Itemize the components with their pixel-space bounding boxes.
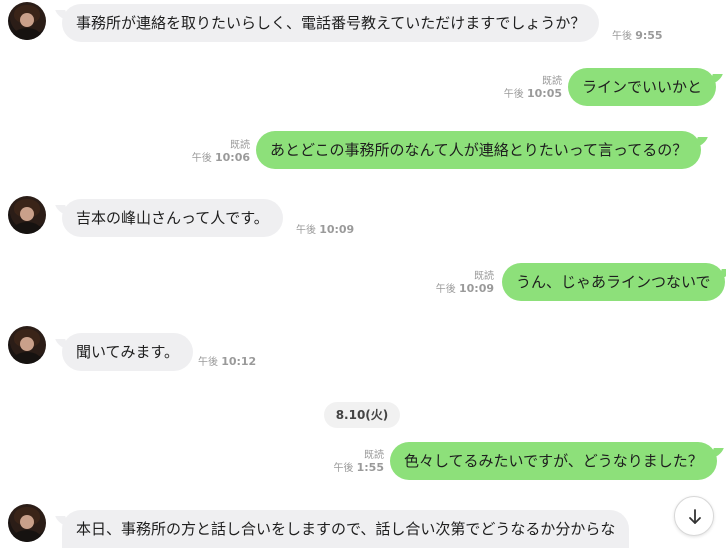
avatar[interactable] <box>8 326 46 364</box>
message-bubble-incoming[interactable]: 吉本の峰山さんって人です。 <box>62 199 283 237</box>
message-bubble-incoming[interactable]: 本日、事務所の方と話し合いをしますので、話し合い次第でどうなるか分からな <box>62 510 630 548</box>
chat-view[interactable]: 事務所が連絡を取りたいらしく、電話番号教えていただけますでしょうか？ 午後 9:… <box>0 0 726 548</box>
message-meta: 既読 午後 10:09 <box>430 271 494 296</box>
message-meta: 既読 午後 10:05 <box>498 76 562 101</box>
message-bubble-outgoing[interactable]: 色々してるみたいですが、どうなりました？ <box>390 442 717 480</box>
message-timestamp: 午後 10:12 <box>198 355 257 369</box>
arrow-down-icon <box>689 509 701 524</box>
message-bubble-incoming[interactable]: 聞いてみます。 <box>62 333 194 371</box>
avatar[interactable] <box>8 2 46 40</box>
message-bubble-incoming[interactable]: 事務所が連絡を取りたいらしく、電話番号教えていただけますでしょうか？ <box>62 4 600 42</box>
message-meta: 既読 午後 1:55 <box>320 450 384 475</box>
avatar[interactable] <box>8 196 46 234</box>
message-timestamp: 午後 9:55 <box>612 29 663 43</box>
message-meta: 既読 午後 10:06 <box>186 140 250 165</box>
message-bubble-outgoing[interactable]: うん、じゃあラインつないで <box>502 263 725 301</box>
avatar[interactable] <box>8 504 46 542</box>
message-timestamp: 午後 10:09 <box>296 223 355 237</box>
message-bubble-outgoing[interactable]: ラインでいいかと <box>568 68 717 106</box>
message-bubble-outgoing[interactable]: あとどこの事務所のなんて人が連絡とりたいって言ってるの？ <box>256 131 702 169</box>
date-separator: 8.10(火) <box>324 402 400 428</box>
scroll-to-bottom-button[interactable] <box>674 496 714 536</box>
